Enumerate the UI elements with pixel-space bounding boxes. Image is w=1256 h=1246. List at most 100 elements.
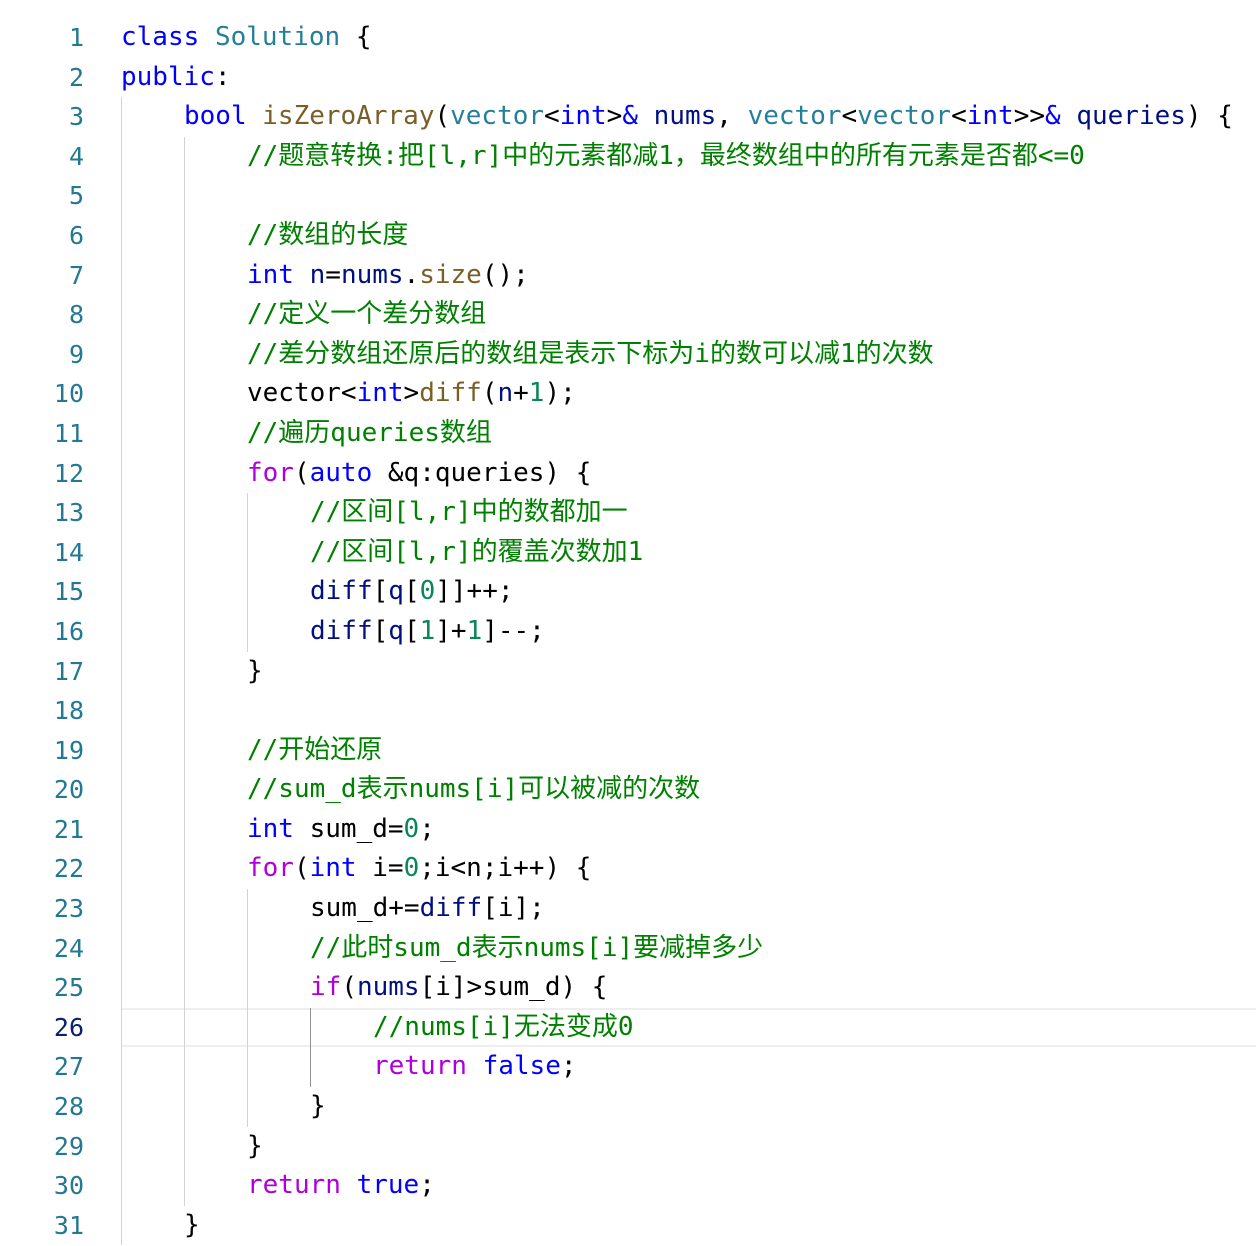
line-number: 2 xyxy=(68,62,84,92)
code-token: //定义一个差分数组 xyxy=(247,299,487,330)
indent-guide xyxy=(121,651,122,692)
indent-guide xyxy=(121,413,122,454)
indent-guide xyxy=(184,136,185,177)
code-token: int xyxy=(356,378,404,409)
indent-guide xyxy=(121,1007,122,1048)
code-line[interactable]: 9 //差分数组还原后的数组是表示下标为i的数可以减1的次数 xyxy=(0,334,1256,375)
code-line[interactable]: 22 for(int i=0;i<n;i++) { xyxy=(0,849,1256,890)
code-line[interactable]: 23 sum_d+=diff[i]; xyxy=(0,889,1256,929)
line-number: 21 xyxy=(53,814,84,844)
code-line[interactable]: 18 xyxy=(0,691,1256,731)
code-token: int xyxy=(966,101,1014,132)
indent-guide xyxy=(121,1126,122,1167)
code-token: bool xyxy=(184,101,247,132)
indent-guide xyxy=(247,928,248,969)
indent-guide xyxy=(184,1047,185,1088)
code-line[interactable]: 26 //nums[i]无法变成0 xyxy=(0,1007,1256,1048)
code-text: //开始还原 xyxy=(247,731,382,771)
code-text: return true; xyxy=(247,1166,435,1206)
code-line[interactable]: 21 int sum_d=0; xyxy=(0,809,1256,850)
code-token: //遍历queries数组 xyxy=(247,417,492,448)
code-text: //遍历queries数组 xyxy=(247,414,492,454)
code-text: //区间[l,r]中的数都加一 xyxy=(310,493,628,533)
code-token: return xyxy=(247,1170,341,1201)
code-token: : xyxy=(214,61,231,92)
code-token: diff xyxy=(310,576,373,607)
code-line[interactable]: 6 //数组的长度 xyxy=(0,215,1256,256)
code-text: return false; xyxy=(373,1047,577,1087)
code-line[interactable]: 24 //此时sum_d表示nums[i]要减掉多少 xyxy=(0,928,1256,969)
code-token: //开始还原 xyxy=(247,734,383,765)
indent-guide xyxy=(184,770,185,810)
code-line[interactable]: 2 public: xyxy=(0,58,1256,98)
indent-guide xyxy=(247,968,248,1008)
code-token: diff xyxy=(310,615,373,646)
code-line[interactable]: 20 //sum_d表示nums[i]可以被减的次数 xyxy=(0,770,1256,810)
code-text: bool isZeroArray(vector<int>& nums, vect… xyxy=(184,97,1233,137)
indent-guide xyxy=(247,1087,248,1127)
indent-guide xyxy=(121,493,122,533)
code-token: //nums[i]无法变成0 xyxy=(373,1011,634,1042)
code-line[interactable]: 17} xyxy=(0,651,1256,692)
code-line[interactable]: 29} xyxy=(0,1126,1256,1167)
code-line[interactable]: 14 //区间[l,r]的覆盖次数加1 xyxy=(0,532,1256,573)
code-line[interactable]: 19 //开始还原 xyxy=(0,730,1256,771)
line-number: 9 xyxy=(68,339,84,369)
indent-guide xyxy=(184,651,185,692)
code-line[interactable]: 7 int n=nums.size(); xyxy=(0,255,1256,296)
indent-guide xyxy=(247,572,248,612)
indent-guide xyxy=(121,572,122,612)
code-token: = xyxy=(325,259,341,290)
code-line[interactable]: 10 vector<int>diff(n+1); xyxy=(0,374,1256,414)
code-line[interactable]: 11 //遍历queries数组 xyxy=(0,413,1256,454)
code-line[interactable]: 30 return true; xyxy=(0,1166,1256,1206)
code-line[interactable]: 28} xyxy=(0,1087,1256,1127)
code-token: 1 xyxy=(466,615,483,646)
indent-guide xyxy=(184,295,185,335)
code-token: } xyxy=(247,1130,263,1161)
indent-guide xyxy=(247,493,248,533)
code-text: diff[q[0]]++; xyxy=(310,572,514,612)
code-line[interactable]: 8 //定义一个差分数组 xyxy=(0,295,1256,335)
line-number: 3 xyxy=(68,102,84,132)
indent-guide xyxy=(184,928,185,969)
code-line[interactable]: 31} xyxy=(0,1205,1256,1246)
indent-guide xyxy=(121,532,122,573)
indent-guide xyxy=(184,215,185,256)
code-token: if xyxy=(310,972,342,1003)
code-line[interactable]: 13 //区间[l,r]中的数都加一 xyxy=(0,493,1256,533)
indent-guide xyxy=(121,136,122,177)
line-number: 18 xyxy=(53,696,84,726)
indent-guide xyxy=(184,849,185,890)
code-editor[interactable]: 1 class Solution {2 public: 3 bool isZeroArr… xyxy=(0,18,1256,1246)
code-line[interactable]: 1 class Solution { xyxy=(0,18,1256,58)
code-token: . xyxy=(403,259,420,290)
indent-guide xyxy=(184,809,185,850)
line-number: 24 xyxy=(53,933,84,963)
code-line[interactable]: 5 xyxy=(0,176,1256,216)
code-token: i= xyxy=(356,853,404,884)
code-token: auto xyxy=(309,457,373,488)
line-number: 23 xyxy=(53,894,84,924)
code-line[interactable]: 12 for(auto &q:queries) { xyxy=(0,453,1256,494)
code-line[interactable]: 27 return false; xyxy=(0,1047,1256,1088)
indent-guide xyxy=(121,176,122,216)
code-token: size xyxy=(419,259,482,290)
code-token: { xyxy=(340,22,372,52)
indent-guide xyxy=(121,1166,122,1206)
code-line[interactable]: 15 diff[q[0]]++; xyxy=(0,572,1256,612)
code-token: 1 xyxy=(419,615,436,646)
indent-guide xyxy=(247,889,248,929)
line-number: 6 xyxy=(68,220,84,250)
code-line[interactable]: 16 diff[q[1]+1]--; xyxy=(0,611,1256,652)
code-token: ( xyxy=(481,378,498,409)
code-line[interactable]: 25 if(nums[i]>sum_d) { xyxy=(0,968,1256,1008)
code-line[interactable]: 4 //题意转换:把[l,r]中的元素都减1，最终数组中的所有元素是否都<=0 xyxy=(0,136,1256,177)
code-token: q xyxy=(388,615,404,646)
code-line[interactable]: 3 bool isZeroArray(vector<int>& nums, vec… xyxy=(0,97,1256,137)
